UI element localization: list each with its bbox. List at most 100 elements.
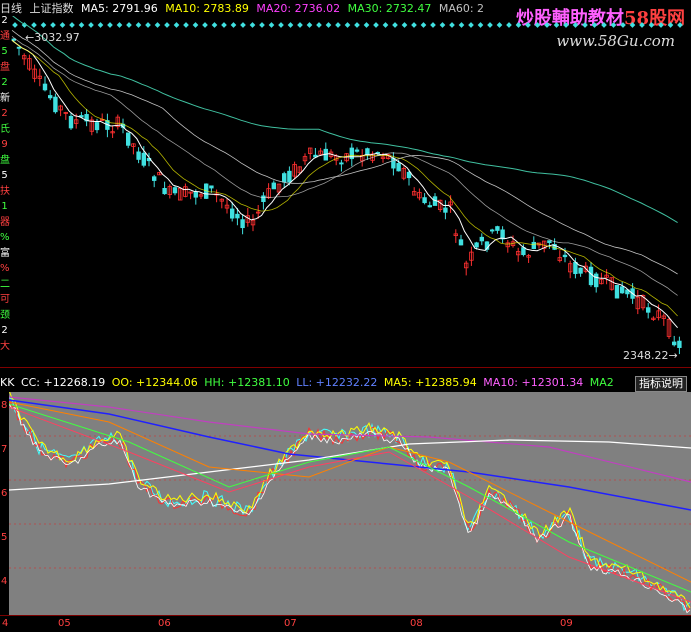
left-strip-char: 通	[0, 30, 10, 42]
indicator-axis-label: 6	[1, 488, 8, 499]
candle-body	[396, 163, 401, 172]
signal-diamond	[667, 22, 674, 28]
indicator-y-axis: 876543	[0, 392, 9, 631]
signal-diamond	[591, 22, 598, 28]
indicator-hh: HH: +12381.10	[204, 376, 290, 389]
candle-body	[677, 340, 682, 348]
indicator-chart[interactable]	[9, 392, 691, 615]
signal-diamond	[382, 22, 389, 28]
signal-diamond	[211, 22, 218, 28]
indicator-axis-label: 7	[1, 444, 8, 455]
candle-body	[240, 219, 245, 229]
ma20-readout: MA20: 2736.02	[256, 2, 341, 15]
candle-body	[94, 122, 100, 131]
candle-body	[458, 239, 464, 246]
signal-diamond	[335, 22, 341, 28]
panel-divider[interactable]	[0, 367, 691, 376]
indicator-axis-label: 8	[1, 400, 8, 411]
candle-body	[48, 95, 53, 99]
candle-body	[500, 229, 505, 240]
signal-diamond	[477, 22, 484, 28]
high-price-label: ←3032.97	[25, 31, 80, 44]
signal-diamond	[259, 22, 265, 28]
signal-diamond	[420, 22, 427, 28]
candle-body	[562, 254, 568, 258]
signal-diamond	[487, 22, 493, 28]
signal-diamond	[69, 22, 75, 28]
ma5-readout: MA5: 2791.96	[81, 2, 158, 15]
left-strip-char: 2	[1, 77, 8, 88]
signal-diamond	[221, 22, 227, 28]
left-strip-char: 氏	[0, 123, 10, 135]
candle-body	[229, 208, 235, 219]
candle-body	[68, 115, 74, 129]
left-strip-char: %	[0, 232, 10, 243]
signal-diamond	[610, 22, 617, 28]
price-chart[interactable]: ←3032.97 2348.22→	[9, 16, 691, 366]
signal-diamond	[297, 22, 303, 28]
signal-diamond	[534, 22, 541, 28]
signal-diamond	[677, 22, 683, 28]
candle-body	[547, 240, 552, 243]
candle-body	[209, 185, 214, 189]
signal-diamond	[515, 22, 522, 28]
candle-body	[443, 207, 448, 213]
signal-diamond	[154, 22, 161, 28]
left-strip-char: 2	[1, 325, 8, 336]
left-strip-char: 可	[0, 294, 10, 305]
signal-diamond	[287, 22, 294, 28]
indicator-oo: OO: +12344.06	[111, 376, 198, 389]
candle-body	[422, 197, 427, 204]
left-strip-char: 盘	[0, 154, 10, 166]
indicator-ma10: MA10: +12301.34	[483, 376, 584, 389]
candle-body	[126, 132, 131, 146]
signal-diamond	[468, 22, 474, 28]
signal-diamond	[40, 22, 47, 28]
signal-diamond	[373, 22, 379, 28]
candle-body	[261, 195, 266, 202]
candle-body	[235, 213, 240, 219]
indicator-help-button[interactable]: 指标说明	[635, 376, 687, 392]
candle-body	[578, 267, 583, 274]
signal-diamond	[629, 22, 636, 28]
candle-body	[16, 46, 22, 49]
candle-body	[620, 286, 625, 294]
signal-diamond	[240, 22, 246, 28]
ma10-readout: MA10: 2783.89	[165, 2, 249, 15]
left-strip-char: 扶	[0, 185, 10, 197]
time-axis: 4 05 06 07 08 09	[0, 615, 691, 632]
signal-diamond	[126, 22, 132, 28]
candle-body	[646, 307, 651, 313]
left-strip-char: 二	[0, 278, 10, 290]
period-label[interactable]: 日线	[0, 2, 22, 15]
left-strip-char: %	[0, 263, 10, 274]
signal-diamond	[439, 22, 446, 28]
indicator-ma2: MA2	[589, 376, 614, 389]
candle-body	[495, 226, 500, 231]
candle-body	[588, 266, 594, 286]
left-strip-char: 颈	[0, 309, 10, 321]
signal-diamond	[544, 22, 550, 28]
ma60-readout: MA60: 2	[438, 2, 485, 15]
signal-diamond	[392, 22, 398, 28]
candle-body	[521, 247, 526, 256]
indicator-ma5: MA5: +12385.94	[383, 376, 477, 389]
signal-diamond	[192, 22, 199, 28]
signal-diamond	[620, 22, 626, 28]
ma60-line	[12, 16, 678, 224]
left-strip-char: 器	[0, 216, 10, 228]
signal-diamond	[59, 22, 66, 28]
indicator-name[interactable]: KK	[0, 376, 14, 389]
signal-diamond	[658, 22, 664, 28]
signal-diamond	[401, 22, 408, 28]
signal-diamond	[135, 22, 142, 28]
low-price-label: 2348.22→	[623, 349, 678, 362]
candle-body	[287, 170, 292, 183]
candle-body	[281, 173, 287, 183]
signal-diamond	[268, 22, 275, 28]
signal-diamond	[202, 22, 208, 28]
signal-diamond	[354, 22, 360, 28]
signal-diamond	[648, 22, 655, 28]
ma30-line	[11, 29, 678, 275]
signal-diamond	[572, 22, 579, 28]
